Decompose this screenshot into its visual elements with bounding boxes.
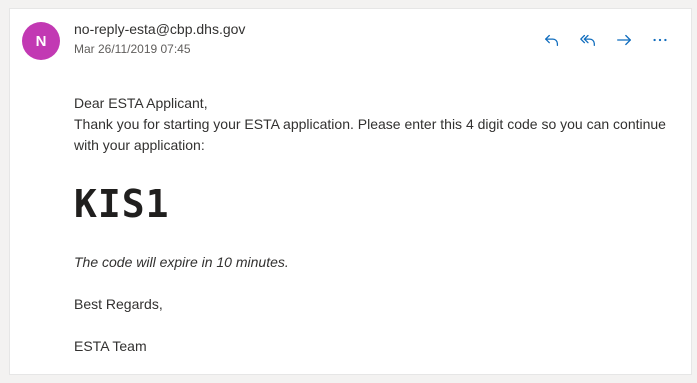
reply-all-icon [580,34,595,47]
signature-text: ESTA Team [74,338,147,354]
forward-button[interactable] [613,29,635,51]
reply-all-button[interactable] [577,29,599,51]
email-body: Dear ESTA Applicant, Thank you for start… [74,93,674,357]
email-reading-pane: N no-reply-esta@cbp.dhs.gov Mar 26/11/20… [9,8,692,375]
instruction-text: Thank you for starting your ESTA applica… [74,116,666,153]
regards-text: Best Regards, [74,296,163,312]
forward-icon [617,34,631,46]
verification-code: KIS1 [74,182,170,226]
email-actions-toolbar [541,29,671,51]
expiry-notice: The code will expire in 10 minutes. [74,254,289,270]
sender-address[interactable]: no-reply-esta@cbp.dhs.gov [74,21,245,37]
greeting-text: Dear ESTA Applicant, [74,95,208,111]
email-date: Mar 26/11/2019 07:45 [74,42,191,56]
reply-icon [545,34,559,47]
more-icon [653,38,667,42]
reply-button[interactable] [541,29,563,51]
more-actions-button[interactable] [649,29,671,51]
avatar[interactable]: N [22,22,60,60]
